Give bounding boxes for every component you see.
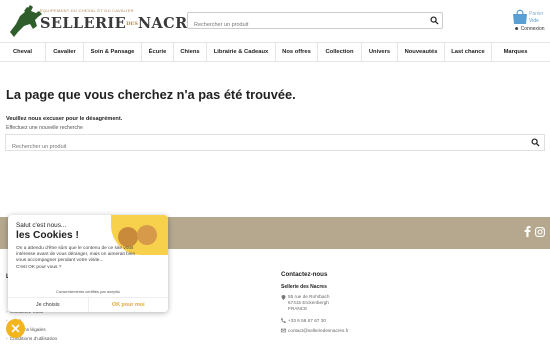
search-icon[interactable]	[430, 16, 439, 25]
search-icon[interactable]	[531, 138, 540, 147]
envelope-icon	[281, 328, 286, 333]
company-name: Sellerie des Nacres	[281, 284, 327, 290]
login-link[interactable]: ☻ Connexion	[514, 26, 545, 32]
cookie-message: On a attendu d'être sûrs que le contenu …	[16, 246, 146, 271]
logo[interactable]: ÉQUIPEMENT DU CHEVAL ET DU CAVALIER SELL…	[6, 2, 209, 40]
cart-label: Panier	[529, 11, 544, 17]
nav-item-cheval[interactable]: Cheval	[0, 43, 46, 61]
cookie-greeting: Salut c'est nous...	[16, 222, 67, 229]
cookie-accept-button[interactable]: OK pour moi	[89, 298, 169, 312]
address-line-3: FRANCE	[288, 306, 308, 311]
logo-name: SELLERIEDESNACRES	[40, 15, 210, 32]
main-nav: Cheval Cavalier Soin & Pansage Écurie Ch…	[0, 42, 550, 62]
search-hint: Effectuez une nouvelle recherche	[6, 125, 83, 131]
close-icon	[11, 324, 20, 333]
company-email[interactable]: contact@selleriedesnacres.fr	[288, 327, 349, 334]
cookie-character-icon	[137, 225, 157, 245]
nav-item-chiens[interactable]: Chiens	[174, 43, 207, 61]
nav-item-soin-pansage[interactable]: Soin & Pansage	[84, 43, 142, 61]
apology-text: Veuillez nous excuser pour le désagrémen…	[6, 116, 123, 122]
nav-item-librairie-cadeaux[interactable]: Librairie & Cadeaux	[207, 43, 276, 61]
cookie-choose-button[interactable]: Je choisis	[8, 298, 89, 312]
company-phone[interactable]: +33 6 58 67 67 30	[288, 317, 326, 324]
cookie-consent-popup: Salut c'est nous... les Cookies ! On a a…	[8, 215, 168, 312]
nav-item-nos-offres[interactable]: Nos offres	[276, 43, 318, 61]
cookie-settings-button[interactable]	[6, 319, 25, 338]
logo-name-left: SELLERIE	[40, 15, 127, 32]
login-label: Connexion	[520, 26, 545, 32]
shopping-bag-icon[interactable]	[512, 9, 528, 24]
main-search-input[interactable]	[6, 139, 506, 155]
facebook-icon[interactable]	[524, 226, 531, 237]
nav-item-last-chance[interactable]: Last chance	[445, 43, 492, 61]
cookie-question: C'est OK pour vous ?	[16, 264, 62, 270]
company-address: 55 rue de Rohrbach 67415 Erckenbergh FRA…	[288, 294, 329, 312]
site-header: ÉQUIPEMENT DU CHEVAL ET DU CAVALIER SELL…	[0, 0, 550, 42]
instagram-icon[interactable]	[535, 227, 545, 237]
user-icon: ☻	[514, 26, 520, 32]
nav-item-cavalier[interactable]: Cavalier	[46, 43, 84, 61]
location-pin-icon	[281, 295, 286, 300]
logo-tagline: ÉQUIPEMENT DU CHEVAL ET DU CAVALIER	[40, 8, 134, 13]
cookie-title: les Cookies !	[16, 230, 79, 241]
page-title: La page que vous cherchez n'a pas été tr…	[6, 87, 296, 102]
cookie-buttons: Je choisis OK pour moi	[8, 297, 168, 312]
cookie-character-icon	[118, 227, 138, 247]
footer-contact: Contactez-nous Sellerie des Nacres 55 ru…	[281, 271, 349, 333]
cookie-message-text: On a attendu d'être sûrs que le contenu …	[16, 246, 136, 264]
header-search-input[interactable]	[188, 17, 418, 33]
nav-item-univers[interactable]: Univers	[362, 43, 398, 61]
phone-icon	[281, 318, 286, 323]
contact-title: Contactez-nous	[281, 271, 328, 278]
cart-value: Vide	[529, 17, 539, 24]
header-search	[187, 12, 443, 33]
cart-summary[interactable]: Panier Vide	[529, 11, 543, 24]
nav-item-nouveautes[interactable]: Nouveautés	[398, 43, 445, 61]
axeptio-certification[interactable]: Consentements certifiés par axeptio	[8, 289, 168, 294]
logo-name-mid: DES	[126, 21, 138, 27]
nav-item-ecurie[interactable]: Écurie	[142, 43, 174, 61]
nav-item-collection[interactable]: Collection	[318, 43, 362, 61]
nav-item-marques[interactable]: Marques	[492, 43, 539, 61]
main-search	[5, 134, 545, 155]
